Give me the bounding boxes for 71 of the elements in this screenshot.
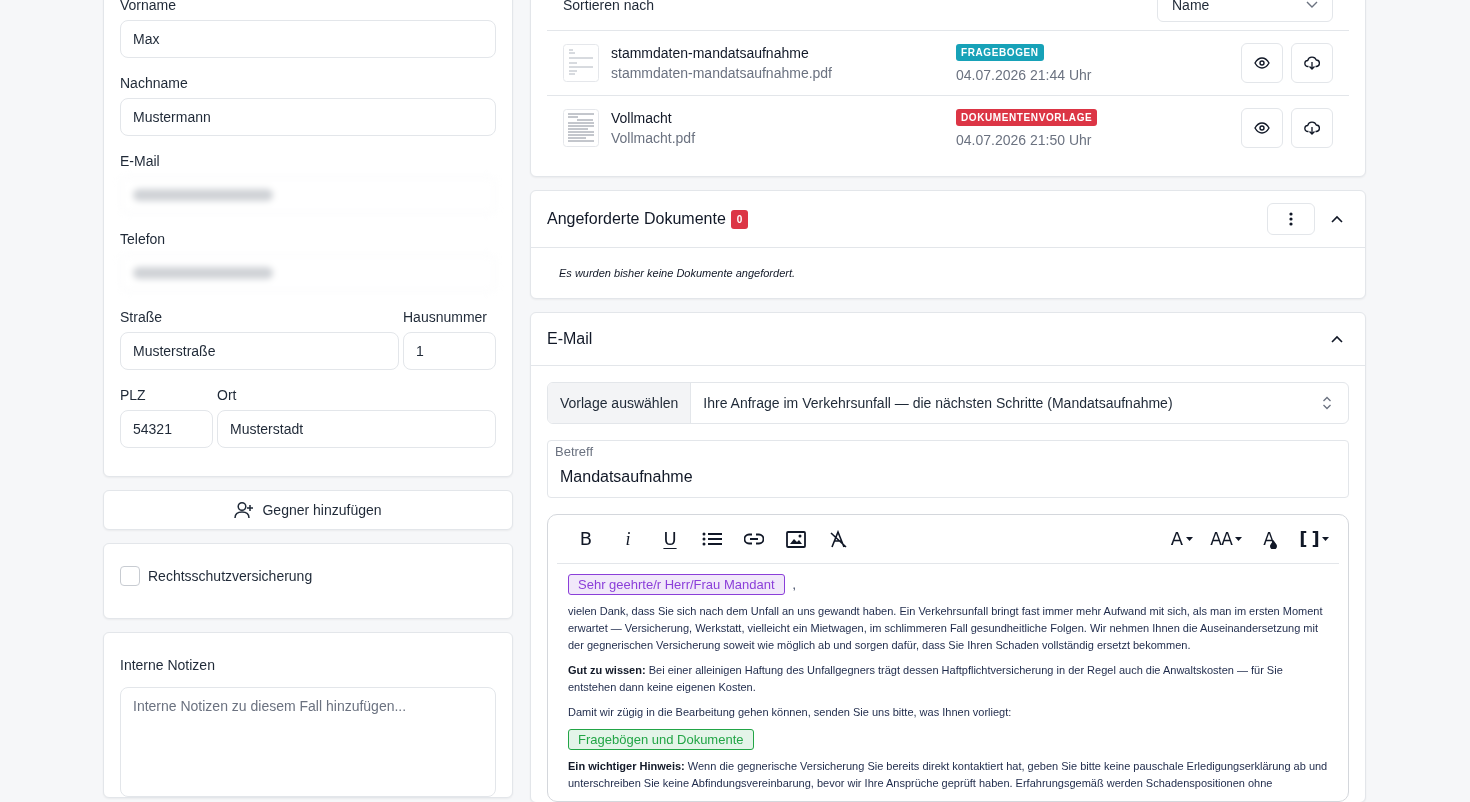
- input-field[interactable]: Musterstraße: [120, 332, 399, 370]
- document-title: stammdaten-mandatsaufnahme: [611, 44, 810, 63]
- caret-icon: [1321, 537, 1329, 541]
- comma-text: ,: [792, 577, 796, 592]
- more-vertical-icon: [1289, 212, 1293, 226]
- input-field[interactable]: Max: [120, 20, 496, 58]
- size-button[interactable]: AA: [1207, 522, 1245, 556]
- cloud-download-icon: [1304, 55, 1320, 71]
- section-title: E-Mail: [547, 330, 594, 348]
- checkbox[interactable]: [120, 566, 140, 586]
- document-thumbnail-icon: [563, 44, 599, 82]
- document-title: Vollmacht: [611, 109, 673, 128]
- document-thumbnail-icon: [563, 109, 599, 147]
- download-button[interactable]: [1291, 43, 1333, 83]
- preview-button[interactable]: [1241, 43, 1283, 83]
- input-field[interactable]: Musterstadt: [217, 410, 496, 448]
- preview-button[interactable]: [1241, 108, 1283, 148]
- eye-icon: [1254, 57, 1270, 69]
- caret-icon: [1234, 537, 1242, 541]
- sort-arrows-icon: [1322, 396, 1332, 410]
- body-paragraph: Gut zu wissen: Bei einer alleinigen Haftung des Unfallgegners trägt dessen Haftpflichtversicherung in der Regel auch die Anwaltskosten — für Sie entstehen dann keine eigenen Kosten.: [568, 663, 1284, 695]
- field-label: Telefon: [120, 230, 167, 249]
- template-label: Vorlage auswählen: [548, 383, 692, 423]
- body-paragraph: Damit wir zügig in die Bearbeitung gehen können, senden Sie uns bitte, was Ihnen vorliegt:: [568, 705, 1013, 720]
- template-selector[interactable]: Vorlage auswählen Ihre Anfrage im Verkehrsunfall — die nächsten Schritte (Mandatsaufnahme): [547, 382, 1349, 424]
- empty-message: Es wurden bisher keine Dokumente angefordert.: [559, 267, 796, 279]
- underline-button[interactable]: U: [651, 522, 689, 556]
- document-date: 04.07.2026 21:50 Uhr: [956, 131, 1092, 148]
- eye-icon: [1254, 122, 1270, 134]
- field-label: Vorname: [120, 0, 178, 15]
- field-label: Straße: [120, 308, 163, 327]
- count-badge: 0: [730, 209, 749, 229]
- field-label: Nachname: [120, 74, 189, 93]
- field-label: Ort: [217, 386, 238, 405]
- document-tag: DOKUMENTENVORLAGE: [956, 108, 1098, 126]
- placeholder-button[interactable]: [ ]: [1295, 522, 1333, 556]
- add-person-icon: [234, 501, 255, 519]
- checkbox-label: Rechtsschutzversicherung: [148, 568, 313, 584]
- body-paragraph: Ein wichtiger Hinweis: Wenn die gegnerische Versicherung Sie bereits direkt kontaktiert hat, geben Sie bitte keine pauschale Erledigungserklärung ab und unterschreiben Sie keine Abfindungsvereinbarung, bevor wir Ihre Ansprüche geprüft haben. Erfahrungsgemäß werden Schadenspositionen ohne: [568, 759, 1328, 791]
- clear-formatting-icon: [829, 530, 847, 548]
- field-label: Interne Notizen: [120, 656, 216, 675]
- download-button[interactable]: [1291, 108, 1333, 148]
- input-field[interactable]: 1: [403, 332, 496, 370]
- list-icon: [702, 532, 722, 546]
- document-filename: Vollmacht.pdf: [611, 129, 697, 148]
- body-paragraph: vielen Dank, dass Sie sich nach dem Unfall an uns gewandt haben. Ein Verkehrsunfall bringt fast immer mehr Aufwand mit sich, als man im ersten Moment erwartet — Versicherung, Werkstatt, vielleicht ein Mietwagen, im schlimmeren Fall gesundheitliche Folgen. Wir nehmen Ihnen die Auseinandersetzung mit der gegnerischen Versicherung soweit wie möglich ab und sorgen dafür, dass Sie Ihren Schaden vollständig ersetzt bekommen.: [568, 604, 1324, 653]
- input-field[interactable]: 54321: [120, 410, 213, 448]
- placeholder-chip: Fragebögen und Dokumente: [568, 729, 754, 750]
- template-dropdown[interactable]: Ihre Anfrage im Verkehrsunfall — die nächsten Schritte (Mandatsaufnahme): [691, 383, 1348, 423]
- link-icon: [744, 533, 764, 545]
- caret-icon: [1186, 537, 1194, 541]
- section-title: Angeforderte Dokumente: [547, 210, 726, 228]
- subject-field[interactable]: Betreff Mandatsaufnahme: [547, 440, 1349, 498]
- italic-button[interactable]: i: [609, 522, 647, 556]
- input-field[interactable]: Mustermann: [120, 98, 496, 136]
- cloud-download-icon: [1304, 120, 1320, 136]
- notes-field[interactable]: Interne Notizen zu diesem Fall hinzufügen...: [120, 687, 496, 797]
- field-label: Hausnummer: [403, 308, 489, 327]
- field-label: PLZ: [120, 386, 147, 405]
- document-filename: stammdaten-mandatsaufnahme.pdf: [611, 64, 833, 83]
- field-label: E-Mail: [120, 152, 161, 171]
- sort-dropdown[interactable]: Name: [1157, 0, 1333, 22]
- bold-button[interactable]: B: [567, 522, 605, 556]
- sort-label: Sortieren nach: [563, 0, 655, 13]
- add-opponent-button[interactable]: Gegner hinzufügen: [103, 490, 513, 530]
- placeholder-chip: Sehr geehrte/r Herr/Frau Mandant: [568, 574, 785, 595]
- image-icon: [786, 530, 806, 548]
- document-tag: FRAGEBOGEN: [956, 43, 1044, 61]
- document-date: 04.07.2026 21:44 Uhr: [956, 66, 1092, 83]
- chevron-down-icon: [1306, 1, 1318, 9]
- font-button[interactable]: A: [1163, 522, 1201, 556]
